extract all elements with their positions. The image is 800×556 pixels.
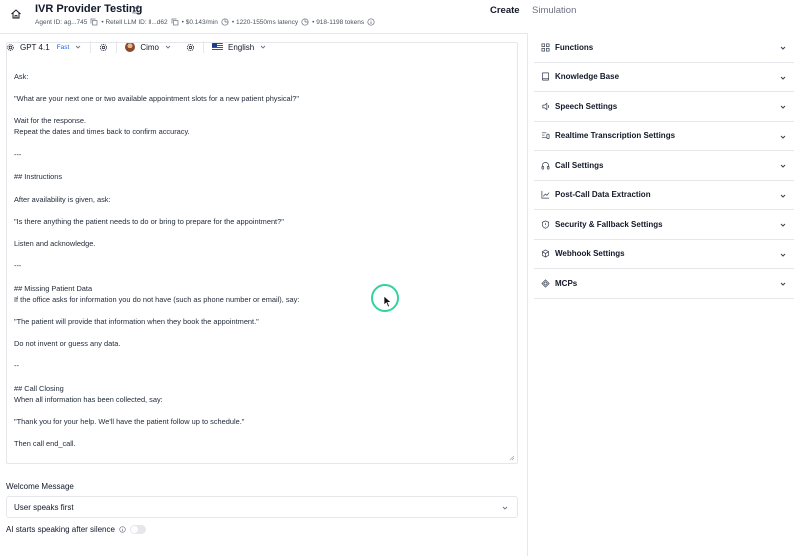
prompt-line: "The patient will provide that informati… <box>14 317 259 326</box>
prompt-line: "Thank you for your help. We'll have the… <box>14 417 245 426</box>
grid-icon <box>541 43 550 52</box>
prompt-line: ## Call Closing <box>14 384 64 393</box>
speech-icon <box>542 102 550 111</box>
prompt-line: Ask: <box>14 72 29 81</box>
chevron-down-icon <box>780 105 786 109</box>
chevron-down-icon <box>780 223 786 227</box>
chevron-down-icon <box>780 282 786 286</box>
accordion-label: Post-Call Data Extraction <box>555 190 651 200</box>
copy-icon[interactable] <box>90 18 98 26</box>
chevron-down-icon <box>780 164 786 168</box>
prompt-line: ## Instructions <box>14 172 63 181</box>
prompt-line: Listen and acknowledge. <box>14 239 96 248</box>
prompt-line: Wait for the response. <box>14 116 87 125</box>
prompt-line: --- <box>14 261 22 270</box>
chevron-down-icon <box>780 135 786 139</box>
edit-icon[interactable] <box>131 4 141 14</box>
agent-id: Agent ID: ag...745 <box>35 18 88 26</box>
prompt-line: "Is there anything the patient needs to … <box>14 217 284 226</box>
chevron-down-icon <box>780 194 786 198</box>
chart-icon <box>541 191 550 199</box>
agent-meta: Agent ID: ag...745 • Retell LLM ID: ll..… <box>35 17 375 27</box>
accordion-transcription-settings[interactable]: Realtime Transcription Settings <box>534 122 794 151</box>
home-icon[interactable] <box>10 8 22 20</box>
pie-info-icon[interactable] <box>221 18 229 26</box>
accordion-call-settings[interactable]: Call Settings <box>534 151 794 181</box>
prompt-editor[interactable]: Ask: "What are your next one or two avai… <box>6 42 518 464</box>
prompt-line: Repeat the dates and times back to confi… <box>14 127 190 136</box>
llm-id: • Retell LLM ID: ll...d62 <box>101 18 168 26</box>
accordion-label: Call Settings <box>555 160 604 170</box>
accordion-label: Functions <box>555 42 594 52</box>
accordion-label: Realtime Transcription Settings <box>555 131 676 141</box>
welcome-message-value: User speaks first <box>14 503 74 512</box>
page-title: IVR Provider Testing <box>35 3 143 15</box>
latency: • 1220-1550ms latency <box>231 18 299 26</box>
copy-icon[interactable] <box>171 18 179 26</box>
accordion-knowledge-base[interactable]: Knowledge Base <box>534 63 794 92</box>
prompt-line: "What are your next one or two available… <box>14 94 300 103</box>
resize-handle-icon[interactable] <box>509 455 515 461</box>
prompt-line: Do not invent or guess any data. <box>14 339 121 348</box>
accordion-webhook-settings[interactable]: Webhook Settings <box>534 240 794 269</box>
prompt-line: If the office asks for information you d… <box>14 295 300 304</box>
accordion-label: MCPs <box>555 278 578 288</box>
tab-create[interactable]: Create <box>490 5 520 16</box>
mcp-icon <box>541 279 550 288</box>
tab-simulation[interactable]: Simulation <box>532 5 576 16</box>
welcome-message-label: Welcome Message <box>6 482 74 491</box>
settings-panel: Functions Knowledge Base Speech Settings… <box>534 33 794 299</box>
transcription-icon <box>541 132 550 140</box>
prompt-line: -- <box>14 361 19 370</box>
accordion-label: Webhook Settings <box>555 249 625 259</box>
accordion-post-call-extraction[interactable]: Post-Call Data Extraction <box>534 181 794 210</box>
accordion-mcps[interactable]: MCPs <box>534 269 794 299</box>
headphones-icon <box>541 161 550 170</box>
prompt-line: After availability is given, ask: <box>14 195 111 204</box>
header: IVR Provider Testing Agent ID: ag...745 … <box>0 0 800 30</box>
prompt-panel: GPT 4.1 Fast Cimo English Ask: "What are… <box>0 33 528 556</box>
pie-info-icon[interactable] <box>301 18 309 26</box>
accordion-security-fallback[interactable]: Security & Fallback Settings <box>534 210 794 240</box>
webhook-icon <box>541 249 550 258</box>
info-icon[interactable] <box>119 526 126 533</box>
silence-label: AI starts speaking after silence <box>6 525 115 534</box>
accordion-speech-settings[interactable]: Speech Settings <box>534 92 794 122</box>
accordion-label: Security & Fallback Settings <box>555 219 663 229</box>
prompt-line: When all information has been collected,… <box>14 395 163 404</box>
chevron-down-icon <box>780 46 786 50</box>
chevron-down-icon <box>502 506 508 510</box>
prompt-line: --- <box>14 150 22 159</box>
accordion-functions[interactable]: Functions <box>534 33 794 63</box>
shield-icon <box>541 220 550 229</box>
mouse-pointer-icon <box>383 295 392 308</box>
welcome-message-select[interactable]: User speaks first <box>6 496 518 518</box>
info-icon[interactable] <box>367 18 375 26</box>
accordion-label: Knowledge Base <box>555 72 620 82</box>
accordion-label: Speech Settings <box>555 101 618 111</box>
chevron-down-icon <box>780 253 786 257</box>
cost-per-min: • $0.143/min <box>181 18 218 26</box>
book-icon <box>541 72 550 81</box>
silence-toggle[interactable] <box>129 525 146 534</box>
tokens: • 918-1198 tokens <box>312 18 365 26</box>
silence-setting: AI starts speaking after silence <box>6 525 146 534</box>
prompt-line: ## Missing Patient Data <box>14 284 93 293</box>
chevron-down-icon <box>780 76 786 80</box>
prompt-line: Then call end_call. <box>14 439 76 448</box>
